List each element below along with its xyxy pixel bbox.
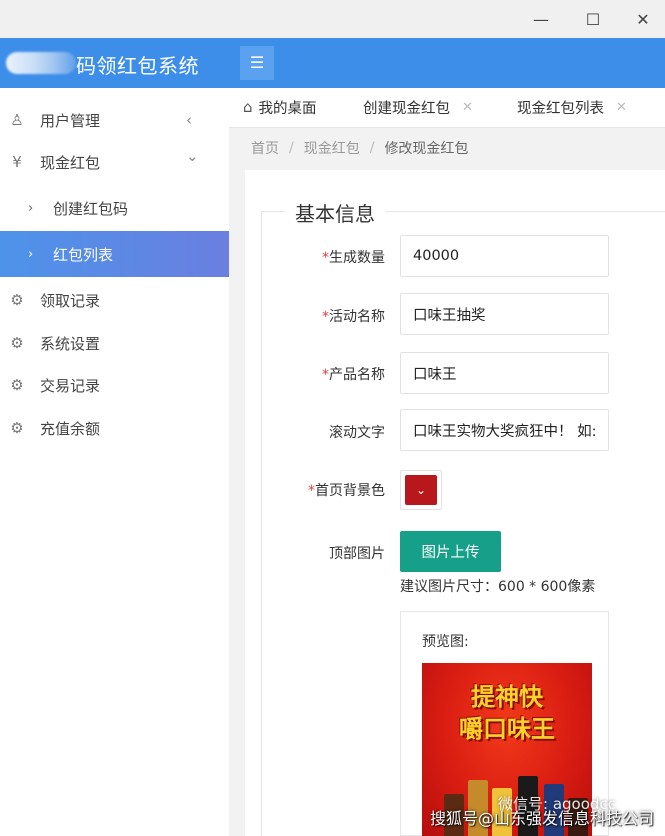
fieldset-border: [261, 211, 262, 836]
sidebar: ♙ 用户管理 ‹ ¥ 现金红包 ⌄ › 创建红包码 › 红包列表 ⚙ 领取记录 …: [0, 88, 229, 836]
gear-icon: ⚙: [10, 291, 24, 309]
sidebar-item-claim-records[interactable]: ⚙ 领取记录: [0, 277, 229, 323]
form-panel: 基本信息 *生成数量 *活动名称 *产品名称 滚动文字 *首页背景色 ⌄ 顶部图…: [245, 170, 665, 836]
breadcrumb-section[interactable]: 现金红包: [304, 138, 360, 158]
tab-label: 创建现金红包: [363, 100, 450, 117]
activity-name-input[interactable]: [400, 293, 609, 335]
sidebar-item-label: 红包列表: [53, 245, 114, 264]
bg-color-label-text: 首页背景色: [315, 483, 385, 499]
caret-right-icon: ›: [28, 246, 34, 262]
caret-right-icon: ›: [28, 200, 34, 216]
close-icon[interactable]: ✕: [616, 100, 627, 115]
sidebar-item-label: 用户管理: [40, 111, 101, 130]
scroll-text-label-text: 滚动文字: [329, 425, 385, 441]
required-asterisk: *: [308, 483, 315, 499]
activity-name-label-text: 活动名称: [329, 309, 385, 325]
home-icon: ⌂: [243, 98, 253, 116]
gear-icon: ⚙: [10, 334, 24, 352]
quantity-label: *生成数量: [245, 247, 385, 267]
bg-color-label: *首页背景色: [245, 480, 385, 500]
scroll-text-label: 滚动文字: [245, 422, 385, 442]
image-size-hint: 建议图片尺寸：600 * 600像素: [400, 579, 596, 595]
hamburger-icon: ☰: [249, 55, 265, 72]
tab-bar: ⌂ 我的桌面 创建现金红包 ✕ 现金红包列表 ✕: [229, 88, 665, 128]
gear-icon: ⚙: [10, 376, 24, 394]
quantity-input[interactable]: [400, 235, 609, 277]
app-title: 码领红包系统: [76, 54, 199, 78]
chevron-down-icon: ⌄: [186, 147, 199, 165]
product-name-label: *产品名称: [245, 364, 385, 384]
required-asterisk: *: [322, 367, 329, 383]
user-icon: ♙: [10, 111, 24, 129]
bg-color-picker[interactable]: ⌄: [400, 470, 442, 510]
required-asterisk: *: [322, 250, 329, 266]
scroll-text-input[interactable]: [400, 409, 609, 451]
poster-headline: 提神快: [471, 683, 543, 711]
window-titlebar: — ☐ ✕: [0, 0, 665, 38]
top-image-label-text: 顶部图片: [329, 546, 385, 562]
minimize-icon[interactable]: —: [526, 6, 556, 32]
sidebar-item-label: 充值余额: [40, 419, 101, 438]
product-name-input[interactable]: [400, 352, 609, 394]
breadcrumb-home[interactable]: 首页: [251, 138, 279, 158]
chevron-down-icon: ⌄: [415, 483, 427, 497]
tab-create-cash-redpacket[interactable]: 创建现金红包 ✕: [363, 88, 473, 126]
breadcrumb-separator: /: [289, 140, 294, 156]
sidebar-item-label: 交易记录: [40, 376, 101, 395]
sidebar-item-transaction-records[interactable]: ⚙ 交易记录: [0, 362, 229, 408]
preview-label: 预览图:: [422, 634, 469, 650]
top-image-label: 顶部图片: [245, 543, 385, 563]
tab-cash-redpacket-list[interactable]: 现金红包列表 ✕: [517, 88, 627, 126]
activity-name-label: *活动名称: [245, 306, 385, 326]
image-upload-button[interactable]: 图片上传: [400, 531, 501, 572]
sidebar-item-label: 领取记录: [40, 291, 101, 310]
color-swatch: ⌄: [405, 475, 437, 505]
required-asterisk: *: [322, 309, 329, 325]
sidebar-item-recharge-balance[interactable]: ⚙ 充值余额: [0, 405, 229, 451]
chevron-left-icon: ‹: [186, 111, 192, 129]
sidebar-item-label: 现金红包: [40, 153, 101, 172]
sidebar-item-create-code[interactable]: › 创建红包码: [0, 185, 229, 231]
gear-icon: ⚙: [10, 419, 24, 437]
blurred-logo: [6, 52, 76, 74]
sidebar-item-system-settings[interactable]: ⚙ 系统设置: [0, 320, 229, 366]
product-name-label-text: 产品名称: [329, 367, 385, 383]
fieldset-legend: 基本信息: [285, 198, 385, 227]
app-header: 码领红包系统 ☰: [0, 38, 665, 88]
sidebar-item-cash-redpacket[interactable]: ¥ 现金红包 ⌄: [0, 139, 229, 185]
quantity-label-text: 生成数量: [329, 250, 385, 266]
breadcrumb-current: 修改现金红包: [384, 141, 469, 157]
breadcrumb-separator: /: [369, 140, 375, 156]
tab-label: 现金红包列表: [517, 100, 604, 117]
close-icon[interactable]: ✕: [628, 6, 658, 32]
menu-toggle-button[interactable]: ☰: [240, 46, 274, 80]
watermark-sohu: 搜狐号@山东强发信息科技公司: [430, 809, 655, 828]
yen-icon: ¥: [12, 153, 22, 171]
breadcrumb: 首页 / 现金红包 / 修改现金红包: [229, 128, 665, 168]
sidebar-item-label: 系统设置: [40, 334, 101, 353]
tab-label: 我的桌面: [258, 100, 317, 117]
sidebar-item-label: 创建红包码: [53, 199, 129, 218]
tab-my-desktop[interactable]: ⌂ 我的桌面: [243, 88, 317, 126]
sidebar-item-redpacket-list[interactable]: › 红包列表: [0, 231, 229, 277]
sidebar-item-user-management[interactable]: ♙ 用户管理 ‹: [0, 97, 229, 143]
close-icon[interactable]: ✕: [462, 100, 473, 115]
poster-subline: 嚼口味王: [459, 715, 555, 743]
maximize-icon[interactable]: ☐: [578, 6, 608, 32]
